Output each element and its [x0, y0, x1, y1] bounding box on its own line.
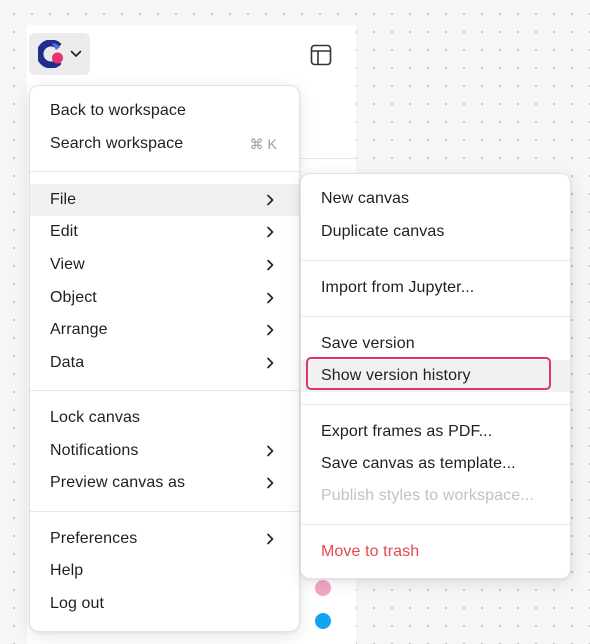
- menu-item-preview-canvas-as[interactable]: Preview canvas as: [30, 467, 299, 499]
- menu-item-log-out[interactable]: Log out: [30, 588, 299, 620]
- menu-separator: [301, 260, 570, 261]
- menu-item-label: Notifications: [50, 442, 139, 459]
- app-main-menu: Back to workspace Search workspace ⌘ K F…: [29, 85, 300, 632]
- app-logo-icon: [38, 40, 63, 68]
- menu-item-lock-canvas[interactable]: Lock canvas: [30, 402, 299, 434]
- menu-item-new-canvas[interactable]: New canvas: [301, 183, 570, 215]
- menu-item-label: Preferences: [50, 530, 138, 547]
- menu-item-save-version[interactable]: Save version: [301, 328, 570, 360]
- menu-item-save-canvas-as-template[interactable]: Save canvas as template...: [301, 448, 570, 480]
- chevron-right-icon: [267, 194, 274, 206]
- menu-item-label: New canvas: [321, 190, 410, 207]
- chevron-right-icon: [267, 259, 274, 271]
- menu-item-object[interactable]: Object: [30, 282, 299, 314]
- chevron-right-icon: [267, 477, 274, 489]
- menu-item-label: Lock canvas: [50, 409, 141, 426]
- menu-item-label: Save canvas as template...: [321, 455, 516, 472]
- panel-divider: [298, 158, 356, 159]
- menu-item-data[interactable]: Data: [30, 347, 299, 379]
- menu-item-notifications[interactable]: Notifications: [30, 435, 299, 467]
- chevron-right-icon: [267, 357, 274, 369]
- highlight-outline: [306, 357, 551, 390]
- menu-item-label: Arrange: [50, 321, 108, 338]
- chevron-right-icon: [267, 533, 274, 545]
- avatar[interactable]: [315, 580, 331, 596]
- app-menu-button[interactable]: [29, 33, 90, 75]
- menu-separator: [30, 511, 299, 512]
- file-submenu: New canvas Duplicate canvas Import from …: [300, 173, 571, 579]
- keyboard-shortcut: ⌘ K: [249, 135, 277, 152]
- menu-item-label: Object: [50, 289, 97, 306]
- chevron-right-icon: [267, 226, 274, 238]
- menu-separator: [301, 524, 570, 525]
- panel-layout-icon[interactable]: [309, 43, 333, 67]
- menu-separator: [301, 316, 570, 317]
- avatar[interactable]: [315, 613, 331, 629]
- menu-item-preferences[interactable]: Preferences: [30, 523, 299, 555]
- menu-item-edit[interactable]: Edit: [30, 216, 299, 248]
- menu-item-label: Help: [50, 562, 84, 579]
- menu-separator: [301, 404, 570, 405]
- menu-item-label: Edit: [50, 223, 78, 240]
- menu-item-label: Data: [50, 354, 85, 371]
- menu-item-arrange[interactable]: Arrange: [30, 314, 299, 346]
- menu-item-label: Save version: [321, 335, 415, 352]
- menu-item-import-from-jupyter[interactable]: Import from Jupyter...: [301, 272, 570, 304]
- menu-item-file[interactable]: File: [30, 184, 299, 216]
- chevron-right-icon: [267, 324, 274, 336]
- menu-item-view[interactable]: View: [30, 249, 299, 281]
- menu-item-label: View: [50, 256, 85, 273]
- menu-item-back-to-workspace[interactable]: Back to workspace: [30, 95, 299, 127]
- menu-item-label: Import from Jupyter...: [321, 279, 475, 296]
- menu-item-label: Duplicate canvas: [321, 223, 445, 240]
- menu-item-label: Preview canvas as: [50, 474, 186, 491]
- menu-item-move-to-trash[interactable]: Move to trash: [301, 536, 570, 568]
- menu-item-label: Search workspace: [50, 135, 184, 152]
- menu-item-label: Move to trash: [321, 543, 420, 560]
- menu-item-help[interactable]: Help: [30, 555, 299, 587]
- menu-item-label: Log out: [50, 595, 105, 612]
- chevron-right-icon: [267, 292, 274, 304]
- chevron-right-icon: [267, 445, 274, 457]
- menu-item-duplicate-canvas[interactable]: Duplicate canvas: [301, 216, 570, 248]
- menu-item-label: Back to workspace: [50, 102, 186, 119]
- menu-separator: [30, 171, 299, 172]
- menu-item-publish-styles-to-workspace: Publish styles to workspace...: [301, 480, 570, 512]
- chevron-down-icon: [70, 50, 82, 57]
- menu-item-search-workspace[interactable]: Search workspace ⌘ K: [30, 128, 299, 160]
- menu-item-export-frames-as-pdf[interactable]: Export frames as PDF...: [301, 416, 570, 448]
- menu-separator: [30, 390, 299, 391]
- menu-item-label: Export frames as PDF...: [321, 423, 493, 440]
- menu-item-label: File: [50, 191, 77, 208]
- menu-item-label: Publish styles to workspace...: [321, 487, 534, 504]
